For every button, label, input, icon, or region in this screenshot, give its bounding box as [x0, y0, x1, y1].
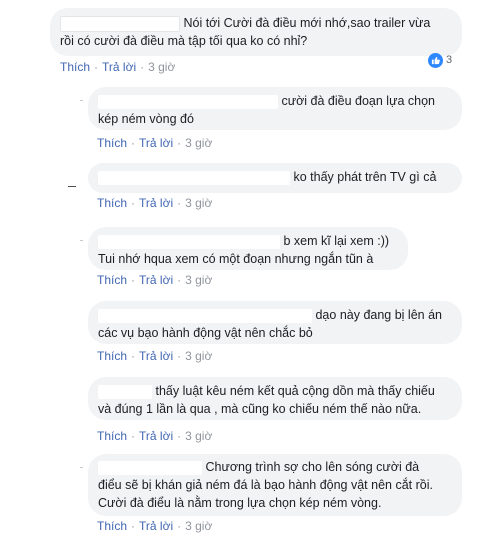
comment-text: và đúng 1 lần là qua , mà cũng ko chiếu … — [98, 402, 422, 416]
thread-line — [68, 186, 76, 187]
redacted-author-name — [98, 384, 152, 399]
reaction-count[interactable]: 3 — [428, 52, 452, 68]
redacted-author-name — [98, 170, 290, 185]
redacted-author-name — [98, 94, 278, 109]
thread-line — [80, 467, 83, 468]
comment-bubble: Nói tới Cười đà điều mới nhớ,sao trailer… — [50, 8, 462, 56]
comment-bubble: dạo này đang bị lên án các vụ bạo hành đ… — [88, 301, 462, 344]
comment-text: rồi có cười đà điều mà tập tối qua ko có… — [60, 34, 308, 48]
comment-bubble: ko thấy phát trên TV gì cả — [88, 163, 462, 193]
redacted-author-name — [98, 308, 312, 323]
redacted-author-name — [60, 15, 180, 32]
reply-link[interactable]: Trả lời — [139, 519, 173, 533]
comment-text: cười đà điều đoạn lựa chọn — [281, 94, 435, 108]
like-link[interactable]: Thích — [97, 349, 127, 363]
comment-text: Chương trình sợ cho lên sóng cười đà — [205, 460, 420, 474]
comment-text: các vụ bạo hành động vật nên chắc bỏ — [98, 326, 313, 340]
like-link[interactable]: Thích — [97, 196, 127, 210]
comment-bubble: cười đà điều đoạn lựa chọn kép ném vòng … — [88, 87, 462, 130]
comment-text: ko thấy phát trên TV gì cả — [293, 170, 437, 184]
like-link[interactable]: Thích — [97, 429, 127, 443]
reply-link[interactable]: Trả lời — [139, 429, 173, 443]
comment-text: dạo này đang bị lên án — [315, 308, 442, 322]
timestamp[interactable]: 3 giờ — [185, 273, 212, 287]
comment-bubble: b xem kĩ lại xem :)) Tui nhớ hqua xem có… — [88, 227, 408, 270]
comment-text: kép ném vòng đó — [98, 112, 194, 126]
redacted-author-name — [98, 460, 202, 475]
comment-bubble: thấy luật kêu ném kết quả cộng dồn mà th… — [88, 377, 462, 420]
comment-actions: Thích · Trả lời · 3 giờ — [97, 519, 213, 533]
reply-link[interactable]: Trả lời — [139, 196, 173, 210]
comment-text: Nói tới Cười đà điều mới nhớ,sao trailer… — [183, 16, 431, 30]
timestamp[interactable]: 3 giờ — [185, 429, 212, 443]
comment-text: thấy luật kêu ném kết quả cộng dồn mà th… — [155, 384, 435, 398]
reaction-number: 3 — [446, 54, 453, 66]
thread-line — [80, 100, 83, 101]
comment-actions: Thích · Trả lời · 3 giờ — [97, 429, 213, 443]
timestamp[interactable]: 3 giờ — [185, 519, 212, 533]
like-icon — [428, 52, 443, 68]
timestamp[interactable]: 3 giờ — [185, 349, 212, 363]
comment-text: b xem kĩ lại xem :)) — [283, 234, 390, 248]
timestamp[interactable]: 3 giờ — [148, 60, 175, 74]
like-link[interactable]: Thích — [97, 273, 127, 287]
timestamp[interactable]: 3 giờ — [185, 136, 212, 150]
comment-actions: Thích · Trả lời · 3 giờ — [97, 196, 213, 210]
comment-actions: Thích · Trả lời · 3 giờ — [97, 349, 213, 363]
reply-link[interactable]: Trả lời — [139, 136, 173, 150]
like-link[interactable]: Thích — [97, 136, 127, 150]
thread-line — [80, 240, 83, 241]
reply-link[interactable]: Trả lời — [139, 349, 173, 363]
comment-text: Cười đà điểu là nằm trong lựa chọn kép n… — [98, 496, 382, 510]
comment-bubble: Chương trình sợ cho lên sóng cười đà điể… — [88, 454, 462, 516]
like-link[interactable]: Thích — [97, 519, 127, 533]
comment-actions: Thích · Trả lời · 3 giờ — [97, 273, 213, 287]
reply-link[interactable]: Trả lời — [139, 273, 173, 287]
comment-text: điểu sẽ bị khán giả ném đá là bạo hành đ… — [98, 478, 433, 492]
reply-link[interactable]: Trả lời — [102, 60, 136, 74]
comment-text: Tui nhớ hqua xem có một đoạn nhưng ngắn … — [98, 252, 374, 266]
like-link[interactable]: Thích — [60, 60, 90, 74]
timestamp[interactable]: 3 giờ — [185, 196, 212, 210]
comment-actions: Thích · Trả lời · 3 giờ — [60, 60, 176, 74]
redacted-author-name — [98, 234, 280, 249]
comment-actions: Thích · Trả lời · 3 giờ — [97, 136, 213, 150]
